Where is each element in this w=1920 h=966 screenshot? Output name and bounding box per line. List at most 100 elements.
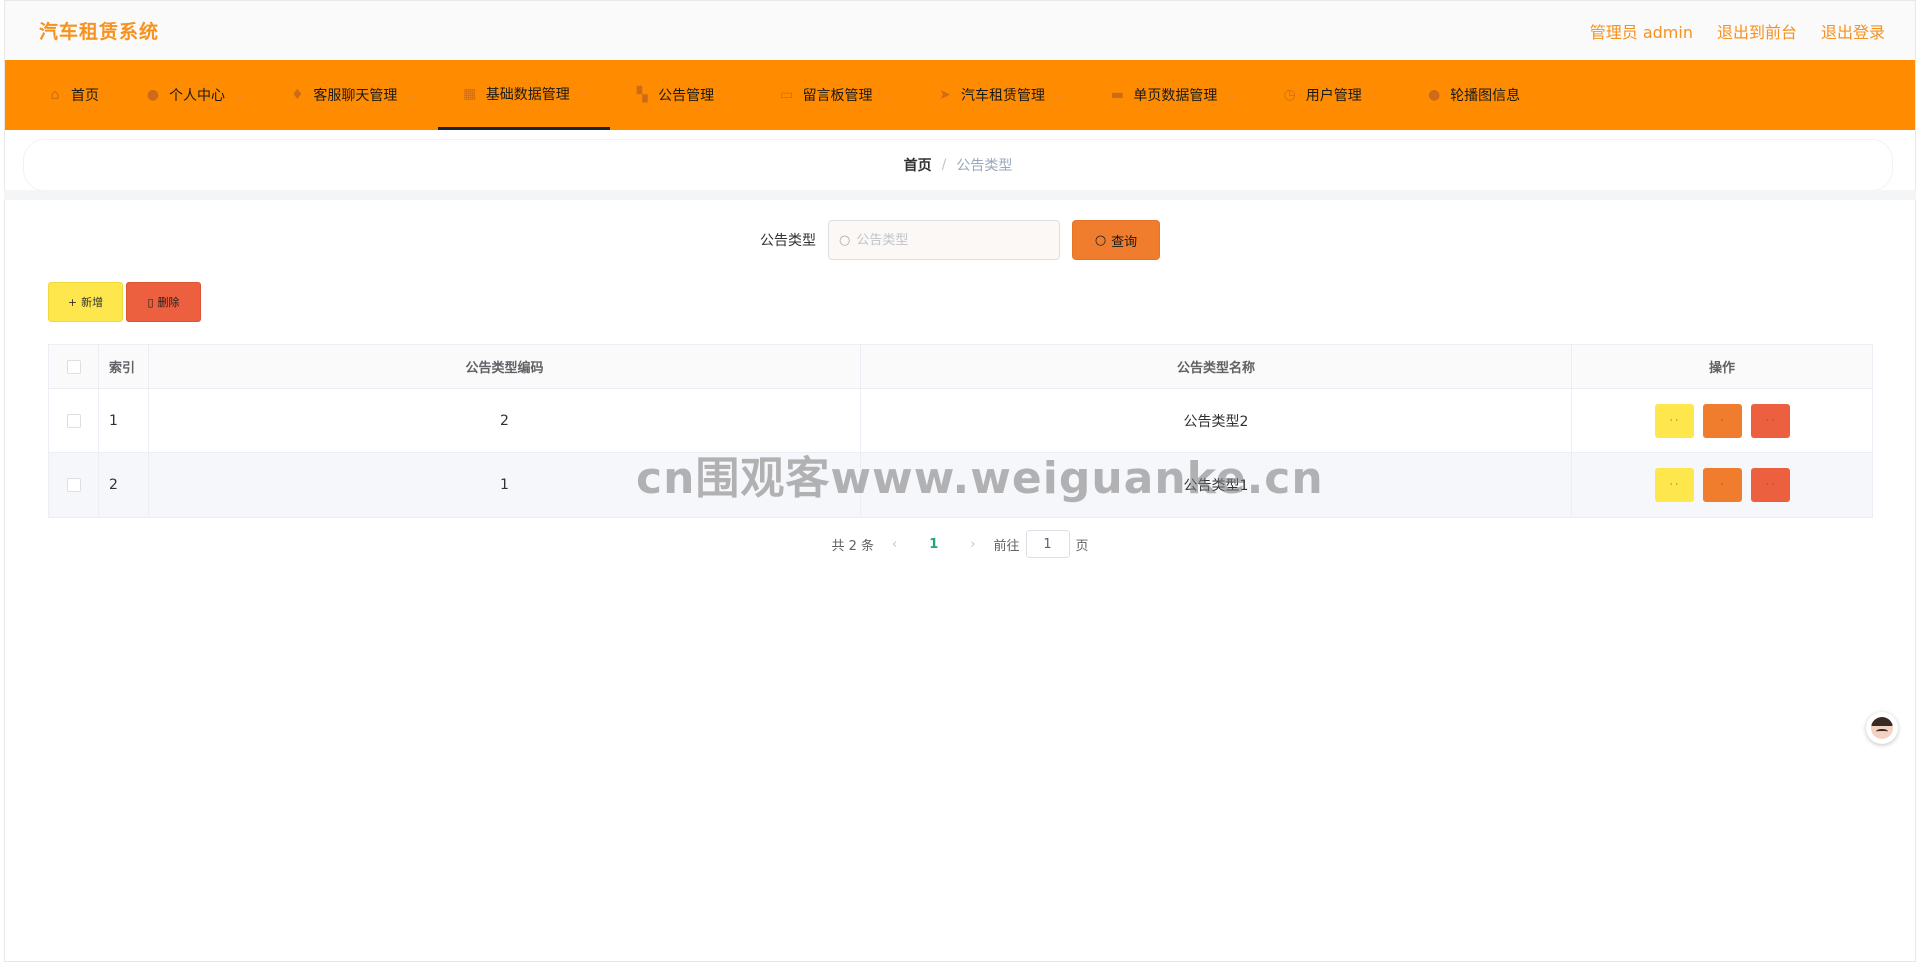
main-nav: ⌂ 首页 ● 个人中心 ⌄ ♦ 客服聊天管理 ⌄ ▦ 基础数据管理 ⌄ ▚ 公告…: [5, 60, 1915, 130]
add-button[interactable]: + 新增: [48, 282, 123, 322]
main-content: 公告类型 ○ ○ 查询 + 新增 ▯ 删除 索引 公告类型编码 公告类型名称 操…: [28, 200, 1892, 576]
ticket-icon: ▬: [1110, 87, 1124, 103]
nav-item-label: 留言板管理: [802, 88, 873, 104]
cell-name: 公告类型2: [861, 389, 1572, 452]
home-icon: ⌂: [50, 87, 60, 103]
chevron-down-icon: ⌄: [882, 89, 891, 101]
cell-index: 2: [99, 453, 149, 517]
logout-link[interactable]: 退出登录: [1821, 19, 1885, 43]
delete-button[interactable]: ▯ 删除: [126, 282, 201, 322]
header-ops: 操作: [1708, 361, 1735, 376]
breadcrumb-home[interactable]: 首页: [904, 155, 932, 175]
search-icon: ○: [839, 232, 851, 248]
trash-icon: ▯: [147, 295, 154, 309]
row-delete-button[interactable]: · ·: [1750, 468, 1790, 502]
edit-button[interactable]: ·: [1702, 468, 1742, 502]
nav-item-notice[interactable]: ▚ 公告管理 ⌄: [610, 60, 754, 130]
chevron-down-icon: ⌄: [235, 89, 244, 101]
chevron-down-icon: ⌄: [724, 89, 733, 101]
pager-page-suffix: 页: [1075, 538, 1089, 554]
navigation-icon: ➤: [939, 87, 951, 103]
exit-to-front-link[interactable]: 退出到前台: [1717, 19, 1797, 43]
chat-icon: ♦: [291, 87, 304, 103]
table-header-row: 索引 公告类型编码 公告类型名称 操作: [49, 345, 1872, 389]
cell-code: 1: [149, 453, 861, 517]
header-checkbox-cell: [49, 345, 99, 388]
nav-item-chat[interactable]: ♦ 客服聊天管理 ⌄: [265, 60, 437, 130]
row-checkbox-cell: [49, 389, 99, 452]
nav-item-label: 用户管理: [1305, 88, 1362, 104]
user-icon: ●: [146, 87, 160, 103]
nav-item-label: 客服聊天管理: [313, 88, 398, 104]
nav-item-users[interactable]: ◷ 用户管理 ⌄: [1258, 60, 1402, 130]
plus-icon: +: [67, 295, 78, 309]
chevron-down-icon: ⌄: [579, 88, 589, 99]
row-delete-button[interactable]: · ·: [1750, 403, 1790, 438]
cell-ops: · · · · ·: [1572, 453, 1872, 517]
nav-item-label: 单页数据管理: [1133, 88, 1218, 104]
add-button-label: 新增: [81, 296, 104, 309]
nav-item-label: 轮播图信息: [1450, 88, 1521, 104]
cell-code: 2: [149, 389, 861, 452]
chevron-down-icon: ⌄: [1371, 89, 1381, 101]
pager-total: 共 2 条: [831, 538, 875, 554]
header-index: 索引: [99, 345, 149, 388]
row-checkbox-cell: [49, 453, 99, 517]
data-table: 索引 公告类型编码 公告类型名称 操作 1 2 公告类型2 · · · · · …: [48, 344, 1873, 518]
chevron-down-icon: ⌄: [1054, 89, 1064, 101]
nav-item-base-data[interactable]: ▦ 基础数据管理 ⌄: [437, 60, 611, 130]
breadcrumb: 首页 / 公告类型: [24, 140, 1892, 190]
nav-item-guestbook[interactable]: ▭ 留言板管理 ⌄: [755, 60, 913, 130]
search-form: 公告类型 ○ ○ 查询: [28, 220, 1892, 260]
pager-goto: 前往 页: [993, 530, 1089, 558]
table-row: 2 1 公告类型1 · · · · ·: [49, 453, 1872, 517]
nav-item-label: 首页: [71, 88, 99, 104]
nav-item-label: 汽车租赁管理: [960, 88, 1045, 104]
pager-goto-label: 前往: [993, 538, 1020, 554]
query-button[interactable]: ○ 查询: [1072, 220, 1160, 260]
header-code: 公告类型编码: [149, 345, 861, 388]
view-button[interactable]: · ·: [1654, 468, 1694, 502]
apps-icon: ▚: [636, 87, 648, 103]
pager-page-current[interactable]: 1: [929, 537, 938, 552]
section-divider: [4, 190, 1916, 200]
delete-button-label: 删除: [157, 296, 180, 309]
person-icon: ●: [1428, 87, 1441, 103]
nav-item-label: 基础数据管理: [485, 86, 570, 103]
search-input[interactable]: [856, 232, 1037, 248]
message-icon: ▭: [779, 87, 794, 103]
nav-item-label: 个人中心: [169, 88, 225, 104]
chevron-down-icon: ⌄: [1530, 89, 1539, 101]
row-checkbox[interactable]: [66, 413, 81, 428]
select-all-checkbox[interactable]: [66, 359, 81, 374]
action-buttons: + 新增 ▯ 删除: [48, 282, 201, 322]
admin-user-label[interactable]: 管理员 admin: [1590, 19, 1693, 43]
edit-button[interactable]: ·: [1702, 403, 1742, 438]
nav-item-single-page[interactable]: ▬ 单页数据管理 ⌄: [1085, 60, 1257, 130]
cell-name: 公告类型1: [861, 453, 1572, 517]
nav-item-label: 公告管理: [658, 88, 715, 104]
nav-item-profile[interactable]: ● 个人中心 ⌄: [121, 60, 265, 130]
chevron-down-icon: ⌄: [407, 89, 416, 101]
nav-item-home[interactable]: ⌂ 首页: [23, 60, 121, 130]
app-title: 汽车租赁系统: [39, 21, 160, 43]
header-links: 管理员 admin 退出到前台 退出登录: [1590, 19, 1885, 43]
grid-icon: ▦: [463, 85, 477, 102]
chevron-left-icon[interactable]: ‹: [892, 537, 897, 552]
query-button-label: 查询: [1111, 234, 1138, 250]
pager-goto-input[interactable]: [1025, 530, 1070, 558]
search-icon: ○: [1094, 232, 1107, 248]
nav-item-carousel[interactable]: ● 轮播图信息 ⌄: [1402, 60, 1560, 130]
pagination: 共 2 条 ‹ 1 › 前往 页: [28, 530, 1892, 558]
nav-item-rental[interactable]: ➤ 汽车租赁管理 ⌄: [913, 60, 1085, 130]
top-header: 汽车租赁系统 管理员 admin 退出到前台 退出登录: [5, 1, 1915, 60]
search-field[interactable]: ○: [828, 220, 1060, 260]
row-checkbox[interactable]: [66, 478, 81, 492]
avatar-icon: [1871, 717, 1893, 739]
table-row: 1 2 公告类型2 · · · · ·: [49, 389, 1872, 453]
customer-service-avatar[interactable]: [1866, 712, 1898, 744]
view-button[interactable]: · ·: [1654, 403, 1694, 438]
header-name: 公告类型名称: [861, 345, 1572, 388]
chevron-right-icon[interactable]: ›: [970, 537, 975, 552]
cell-index: 1: [99, 389, 149, 452]
